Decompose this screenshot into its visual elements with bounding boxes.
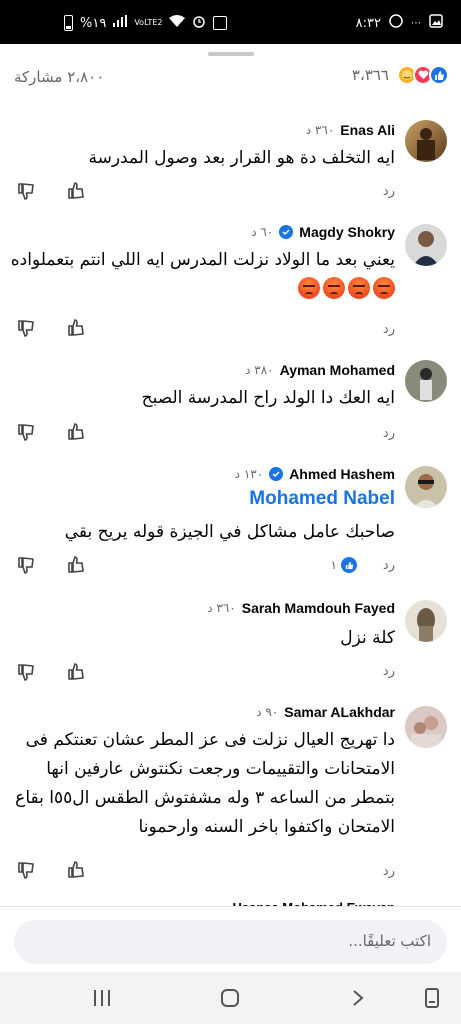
whatsapp-icon xyxy=(389,14,403,32)
comment-text: دا تهريج العيال نزلت فى عز المطر عشان تع… xyxy=(15,730,395,837)
avatar[interactable] xyxy=(405,120,447,162)
vote-buttons xyxy=(16,555,86,575)
comment-header: Sarah Mamdouh Fayed ٣٦٠ د xyxy=(207,600,395,616)
reply-button[interactable]: رد xyxy=(383,184,395,199)
downvote-icon[interactable] xyxy=(16,318,36,338)
like-count-value: ١ xyxy=(330,558,337,572)
vote-buttons xyxy=(16,318,86,338)
vote-buttons xyxy=(16,422,86,442)
angry-emoji-icon xyxy=(298,277,320,299)
comment-time: ٣٦٠ د xyxy=(305,123,335,137)
comments-sheet: ٢،٨٠٠ مشاركة ٣،٣٦٦ Enas Ali ٣٦٠ د ايه ال… xyxy=(0,44,461,972)
upvote-icon[interactable] xyxy=(66,555,86,575)
reply-button[interactable]: رد xyxy=(383,558,395,573)
upvote-icon[interactable] xyxy=(66,422,86,442)
comment-header: Ahmed Hashem ١٣٠ د xyxy=(235,466,395,482)
battery-percent: %١٩ xyxy=(80,15,107,31)
dots-icon: ⋯ xyxy=(411,17,421,29)
reply-button[interactable]: رد xyxy=(383,864,395,879)
downvote-icon[interactable] xyxy=(16,181,36,201)
navigation-bar xyxy=(0,972,461,1024)
comment-author[interactable]: Samar ALakhdar xyxy=(284,704,395,720)
comment-header: Magdy Shokry ٦٠ د xyxy=(251,224,395,240)
comment-text: كلة نزل xyxy=(340,628,395,648)
reactions-bar: ٢،٨٠٠ مشاركة ٣،٣٦٦ xyxy=(0,62,461,92)
comment-time: ٩٠ د xyxy=(256,705,279,719)
drag-handle[interactable] xyxy=(208,52,254,56)
comment-item: Ahmed Hashem ١٣٠ د Mohamed Nabel صاحبك ع… xyxy=(0,456,461,586)
shares-count[interactable]: ٢،٨٠٠ مشاركة xyxy=(14,68,104,86)
comment-time: ٦٠ د xyxy=(251,225,274,239)
comment-item: Magdy Shokry ٦٠ د يعني بعد ما الولاد نزل… xyxy=(0,212,461,342)
sync-icon xyxy=(213,16,228,30)
comment-text: ايه التخلف دة هو القرار بعد وصول المدرسة xyxy=(88,148,395,168)
alarm-icon xyxy=(192,14,206,32)
comment-author[interactable]: Enas Ali xyxy=(340,122,395,138)
avatar[interactable] xyxy=(405,466,447,508)
comment-author[interactable]: Ayman Mohamed xyxy=(280,362,395,378)
comment-author[interactable]: Ahmed Hashem xyxy=(289,466,395,482)
recents-icon[interactable] xyxy=(90,986,114,1010)
battery-icon xyxy=(64,15,73,31)
status-right: ٨:٣٢ ⋯ xyxy=(356,14,443,32)
comment-time: ١٣٠ د xyxy=(234,467,264,481)
upvote-icon[interactable] xyxy=(66,318,86,338)
avatar[interactable] xyxy=(405,600,447,642)
status-bar: %١٩ VoLTE2 ٨:٣٢ ⋯ xyxy=(0,0,461,44)
signal-icon xyxy=(113,15,128,31)
angry-emoji-icon xyxy=(348,277,370,299)
comment-text: صاحبك عامل مشاكل في الجيزة قوله يريح بقي xyxy=(64,522,395,542)
comment-time: ٣٨٠ د xyxy=(245,363,274,377)
comment-time: ٣٦٠ د xyxy=(207,601,236,615)
comment-item: Enas Ali ٣٦٠ د ايه التخلف دة هو القرار ب… xyxy=(0,110,461,210)
gallery-icon xyxy=(429,14,443,32)
mention-link[interactable]: Mohamed Nabel xyxy=(249,488,395,510)
comment-header: Samar ALakhdar ٩٠ د xyxy=(256,704,395,720)
comment-text: ايه العك دا الولد راح المدرسة الصبح xyxy=(141,388,395,408)
home-icon[interactable] xyxy=(218,986,242,1010)
comment-header: Ayman Mohamed ٣٨٠ د xyxy=(245,362,395,378)
lte-icon: VoLTE2 xyxy=(134,18,163,27)
verified-badge-icon xyxy=(279,225,294,239)
downvote-icon[interactable] xyxy=(16,860,36,880)
reactions-count: ٣،٣٦٦ xyxy=(351,66,389,84)
avatar[interactable] xyxy=(405,706,447,748)
angry-emoji-icon xyxy=(323,277,345,299)
comment-header: Enas Ali ٣٦٠ د xyxy=(306,122,395,138)
angry-emoji-icon xyxy=(373,277,395,299)
comment-composer: اكتب تعليقًا... xyxy=(0,906,461,972)
status-left: %١٩ VoLTE2 xyxy=(64,14,228,32)
reply-button[interactable]: رد xyxy=(383,426,395,441)
comment-input[interactable]: اكتب تعليقًا... xyxy=(14,920,447,964)
verified-badge-icon xyxy=(269,467,284,481)
vote-buttons xyxy=(16,662,86,682)
comment-item: Sarah Mamdouh Fayed ٣٦٠ د كلة نزل رد xyxy=(0,590,461,690)
comment-author[interactable]: Magdy Shokry xyxy=(299,224,395,240)
wifi-icon xyxy=(169,15,186,31)
reactions-summary[interactable]: ٣،٣٦٦ xyxy=(352,65,449,85)
avatar[interactable] xyxy=(405,360,447,402)
like-reaction-icon xyxy=(429,65,449,85)
back-icon[interactable] xyxy=(346,986,370,1010)
reply-button[interactable]: رد xyxy=(383,664,395,679)
vote-buttons xyxy=(16,181,86,201)
downvote-icon[interactable] xyxy=(16,422,36,442)
status-time: ٨:٣٢ xyxy=(355,15,381,31)
comment-item: Ayman Mohamed ٣٨٠ د ايه العك دا الولد را… xyxy=(0,350,461,450)
downvote-icon[interactable] xyxy=(16,555,36,575)
comment-item: Samar ALakhdar ٩٠ د دا تهريج العيال نزلت… xyxy=(0,696,461,896)
upvote-icon[interactable] xyxy=(66,662,86,682)
reply-button[interactable]: رد xyxy=(383,322,395,337)
comment-text: يعني بعد ما الولاد نزلت المدرس ايه اللي … xyxy=(10,246,395,302)
comment-author[interactable]: Sarah Mamdouh Fayed xyxy=(242,600,395,616)
like-reaction-icon xyxy=(341,557,357,573)
downvote-icon[interactable] xyxy=(16,662,36,682)
comment-text-content: يعني بعد ما الولاد نزلت المدرس ايه اللي … xyxy=(10,250,395,270)
vote-buttons xyxy=(16,860,86,880)
comment-like-count[interactable]: ١ xyxy=(331,557,357,573)
upvote-icon[interactable] xyxy=(66,860,86,880)
upvote-icon[interactable] xyxy=(66,181,86,201)
avatar[interactable] xyxy=(405,224,447,266)
keyboard-hide-icon[interactable] xyxy=(420,986,444,1010)
